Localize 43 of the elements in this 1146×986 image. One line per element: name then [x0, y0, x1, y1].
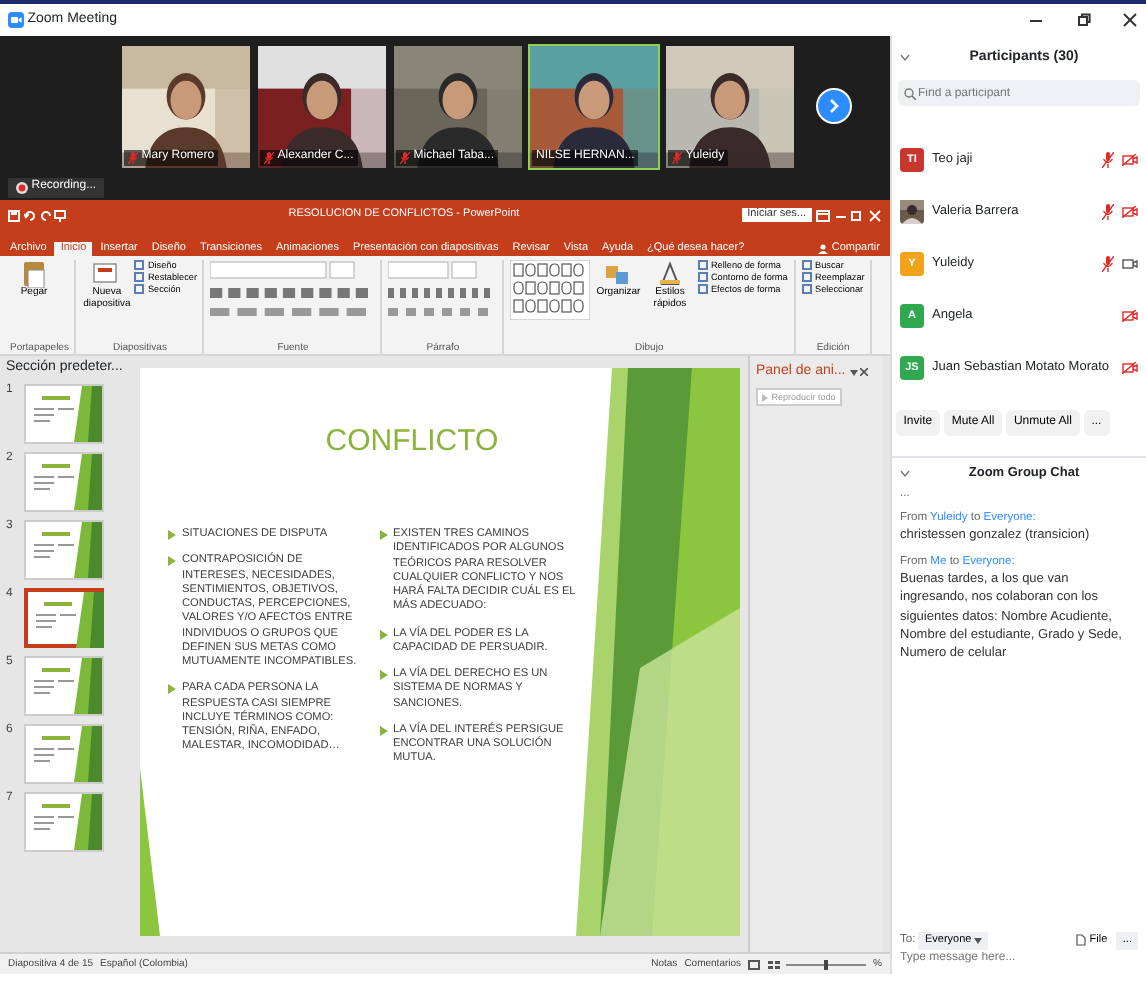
ribbon-options-icon[interactable]: [815, 209, 830, 221]
video-camera-icon[interactable]: [1122, 258, 1138, 270]
slideshow-icon[interactable]: [54, 209, 67, 221]
play-icon: [762, 393, 768, 402]
bullet-icon: [379, 530, 387, 540]
caret-icon: [974, 937, 983, 944]
video-off-icon[interactable]: [1122, 154, 1138, 166]
bullet-icon: [168, 556, 176, 567]
collapse-icon[interactable]: [900, 54, 910, 62]
close-icon[interactable]: [1122, 12, 1138, 28]
dropdown-icon[interactable]: [849, 369, 858, 376]
recording-icon: [16, 182, 28, 194]
sorter-view-icon[interactable]: [767, 959, 780, 969]
bullet-icon: [379, 725, 387, 736]
chevron-right-icon: [828, 98, 840, 114]
slide-thumbnail[interactable]: [24, 588, 104, 649]
styles-icon: [655, 260, 684, 288]
collapse-icon[interactable]: [900, 469, 910, 478]
search-icon: [904, 87, 916, 99]
bullet-icon: [168, 530, 176, 540]
video-off-icon[interactable]: [1122, 362, 1138, 374]
muted-mic-icon[interactable]: [1102, 152, 1114, 168]
bullet-icon: [379, 670, 387, 681]
slider-thumb[interactable]: [824, 959, 829, 969]
zoom-slider[interactable]: [786, 959, 867, 969]
muted-mic-icon[interactable]: [1102, 256, 1114, 272]
bullet-icon: [168, 684, 176, 695]
close-icon[interactable]: [860, 368, 869, 377]
normal-view-icon[interactable]: [748, 959, 761, 969]
file-icon: [1076, 934, 1087, 947]
undo-icon[interactable]: [23, 209, 36, 221]
video-off-icon[interactable]: [1122, 206, 1138, 218]
bullet-icon: [379, 629, 387, 640]
save-icon[interactable]: [8, 209, 20, 221]
video-off-icon[interactable]: [1122, 310, 1138, 322]
muted-mic-icon[interactable]: [1102, 204, 1114, 220]
slide-title: CONFLICTO: [323, 424, 501, 460]
arrange-icon: [604, 260, 633, 288]
next-page-button[interactable]: [816, 88, 852, 124]
maximize-icon[interactable]: [1075, 12, 1091, 28]
redo-icon[interactable]: [39, 209, 51, 221]
zoom-logo-icon: [8, 12, 24, 28]
shapes-gallery[interactable]: [510, 260, 591, 320]
